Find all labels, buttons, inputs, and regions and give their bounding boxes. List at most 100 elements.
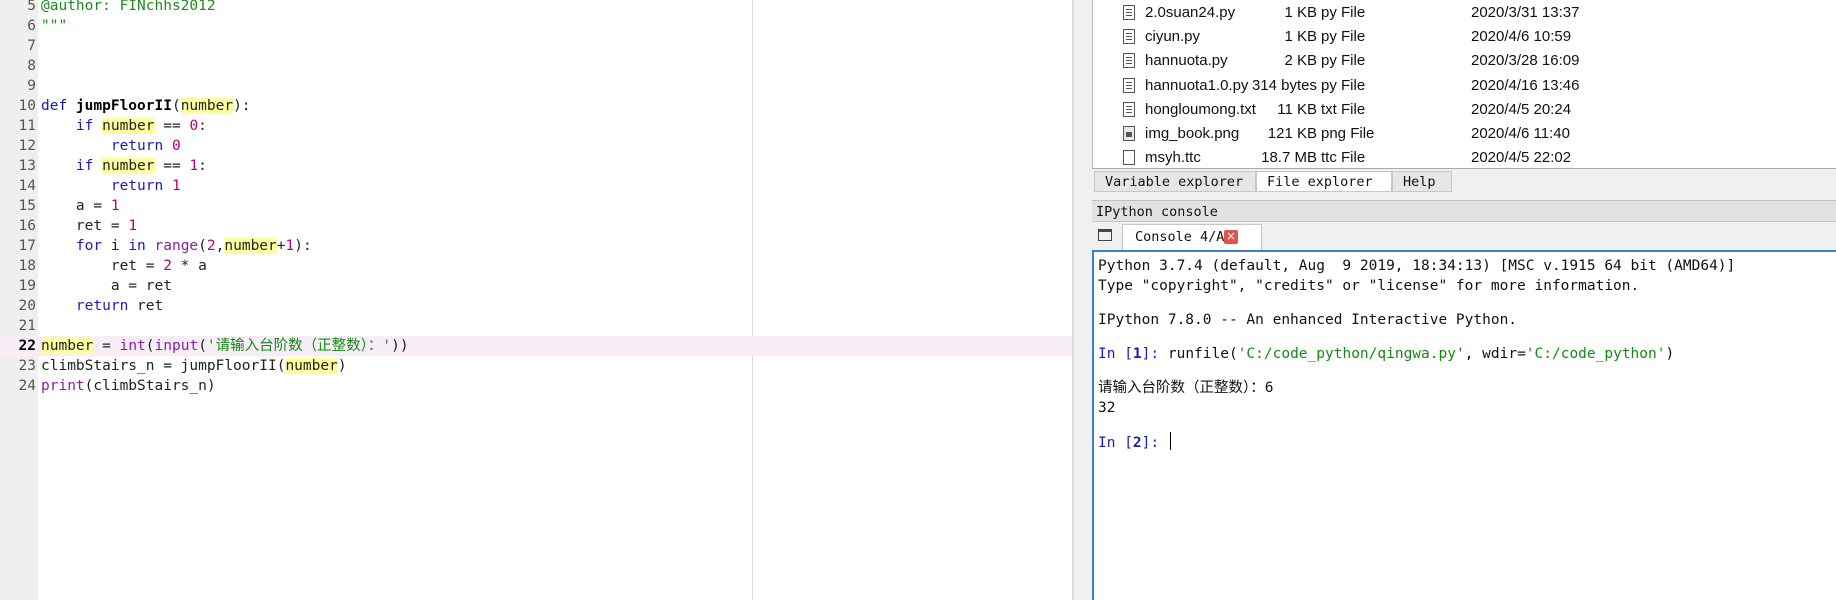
console-banner-python: Python 3.7.4 (default, Aug 9 2019, 18:34… <box>1098 258 1736 274</box>
code-line[interactable]: 9 <box>0 76 1072 96</box>
code-token: * a <box>171 258 207 274</box>
code-line[interactable]: 12 return 0 <box>0 136 1072 156</box>
code-token: """ <box>41 18 68 34</box>
tab-help[interactable]: Help <box>1392 171 1452 192</box>
code-token: for <box>75 238 111 254</box>
line-number: 19 <box>18 278 36 294</box>
file-row[interactable]: img_book.png 121 KB png File 2020/4/6 11:40 <box>1093 122 1836 146</box>
blank-file-icon <box>1123 150 1135 166</box>
file-type: py File <box>1321 4 1366 21</box>
file-type: txt File <box>1321 100 1366 118</box>
prompt-number: 2 <box>1132 435 1142 451</box>
code-text: a = ret <box>41 276 172 296</box>
line-number: 7 <box>27 38 36 54</box>
code-line[interactable]: 15 a = 1 <box>0 196 1072 216</box>
code-token: number <box>285 358 338 374</box>
browse-tabs-icon[interactable] <box>1098 229 1112 241</box>
code-token: 1 <box>128 218 138 234</box>
text-file-icon <box>1123 29 1135 45</box>
prompt-number: 1 <box>1132 346 1142 362</box>
code-token: ): <box>294 238 312 254</box>
console-banner-type: Type "copyright", "credits" or "license"… <box>1098 278 1640 294</box>
code-text: for i in range(2,number+1): <box>41 236 312 256</box>
code-line[interactable]: 14 return 1 <box>0 176 1072 196</box>
file-row[interactable]: 2.0suan24.py 1 KB py File 2020/3/31 13:37 <box>1093 1 1836 25</box>
code-token: = <box>93 338 120 354</box>
code-text: ret = 2 * a <box>41 256 207 276</box>
tab-console[interactable]: Console 4/A × <box>1122 224 1262 250</box>
line-number: 5 <box>27 0 36 14</box>
code-token: 1 <box>110 198 120 214</box>
code-line[interactable]: 21 <box>0 316 1072 336</box>
code-line[interactable]: 8 <box>0 56 1072 76</box>
image-file-icon <box>1123 126 1135 141</box>
code-line[interactable]: 6 """ <box>0 16 1072 36</box>
code-line[interactable]: 11 if number == 0: <box>0 116 1072 136</box>
code-token: int <box>119 338 146 354</box>
code-line[interactable]: 7 <box>0 36 1072 56</box>
code-text: if number == 1: <box>41 156 207 176</box>
file-row[interactable]: hongloumong.txt 11 KB txt File 2020/4/5 20:… <box>1093 98 1836 122</box>
file-row[interactable]: hannuota1.0.py 314 bytes py File 2020/4/16 … <box>1093 74 1836 98</box>
line-number: 11 <box>18 118 36 134</box>
code-line[interactable]: 10 def jumpFloorII(number): <box>0 96 1072 116</box>
ipython-console[interactable]: Python 3.7.4 (default, Aug 9 2019, 18:34… <box>1092 250 1836 600</box>
code-token: ( <box>198 338 207 354</box>
code-line[interactable]: 13 if number == 1: <box>0 156 1072 176</box>
tab-file-explorer[interactable]: File explorer <box>1256 171 1392 192</box>
prompt-prefix: In [ <box>1098 435 1133 451</box>
file-row[interactable]: msyh.ttc 18.7 MB ttc File 2020/4/5 22:02 <box>1093 146 1836 168</box>
pane-tabs: Variable explorer File explorer Help <box>1092 168 1836 194</box>
line-number: 24 <box>18 378 36 394</box>
code-text: print(climbStairs_n) <box>41 376 216 396</box>
code-token: ): <box>233 98 251 114</box>
code-token: return <box>75 298 138 314</box>
code-text: @author: FINchhs2012 <box>41 0 216 16</box>
file-size: 314 bytes <box>1251 76 1317 94</box>
tab-variable-explorer[interactable]: Variable explorer <box>1094 171 1256 192</box>
code-line[interactable]: 24 print(climbStairs_n) <box>0 376 1072 396</box>
code-line[interactable]: 20 return ret <box>0 296 1072 316</box>
line-number: 6 <box>27 18 36 34</box>
console-stdin-line: 请输入台阶数（正整数）：6 <box>1098 380 1274 396</box>
ipython-console-title: IPython console <box>1092 200 1836 222</box>
code-line[interactable]: 16 ret = 1 <box>0 216 1072 236</box>
code-token: ( <box>171 98 181 114</box>
file-row[interactable]: ciyun.py 1 KB py File 2020/4/6 10:59 <box>1093 25 1836 49</box>
file-explorer-list[interactable]: 2.0suan24.py 1 KB py File 2020/3/31 13:37 ci… <box>1092 0 1836 168</box>
code-token: )) <box>391 338 409 354</box>
file-type: py File <box>1321 52 1366 70</box>
code-line[interactable]: 19 a = ret <box>0 276 1072 296</box>
line-number: 17 <box>18 238 36 254</box>
code-text: number = int(input('请输入台阶数（正整数）：')) <box>41 336 409 356</box>
code-token: number <box>102 118 155 134</box>
line-number: 23 <box>18 358 36 374</box>
code-line[interactable]: 5 @author: FINchhs2012 <box>0 0 1072 16</box>
code-token: i <box>110 238 129 254</box>
file-name: hannuota1.0.py <box>1145 76 1249 94</box>
code-token: : <box>198 158 207 174</box>
code-token: in <box>128 238 155 254</box>
code-token: 1 <box>285 238 295 254</box>
code-line[interactable]: 22 number = int(input('请输入台阶数（正整数）：')) <box>0 336 1072 356</box>
line-number: 20 <box>18 298 36 314</box>
code-token: @author: FINchhs2012 <box>41 0 216 14</box>
file-row[interactable]: hannuota.py 2 KB py File 2020/3/28 16:09 <box>1093 49 1836 73</box>
console-input-2[interactable]: In [2]: <box>1098 432 1171 453</box>
right-panes: 2.0suan24.py 1 KB py File 2020/3/31 13:37 ci… <box>1074 0 1836 600</box>
line-number: 14 <box>18 178 36 194</box>
close-icon[interactable]: × <box>1224 230 1238 244</box>
code-line[interactable]: 17 for i in range(2,number+1): <box>0 236 1072 256</box>
console-banner-ipython: IPython 7.8.0 -- An enhanced Interactive… <box>1098 312 1518 328</box>
code-token: jumpFloorII <box>75 98 172 114</box>
code-line[interactable]: 23 climbStairs_n = jumpFloorII(number) <box>0 356 1072 376</box>
code-token: print <box>41 378 85 394</box>
code-editor[interactable]: 5 @author: FINchhs2012 6 """ 7 8 9 10 def jumpFl… <box>0 0 1074 600</box>
code-line[interactable]: 18 ret = 2 * a <box>0 256 1072 276</box>
cmd-part: ) <box>1665 346 1675 362</box>
code-token: if <box>75 158 103 174</box>
